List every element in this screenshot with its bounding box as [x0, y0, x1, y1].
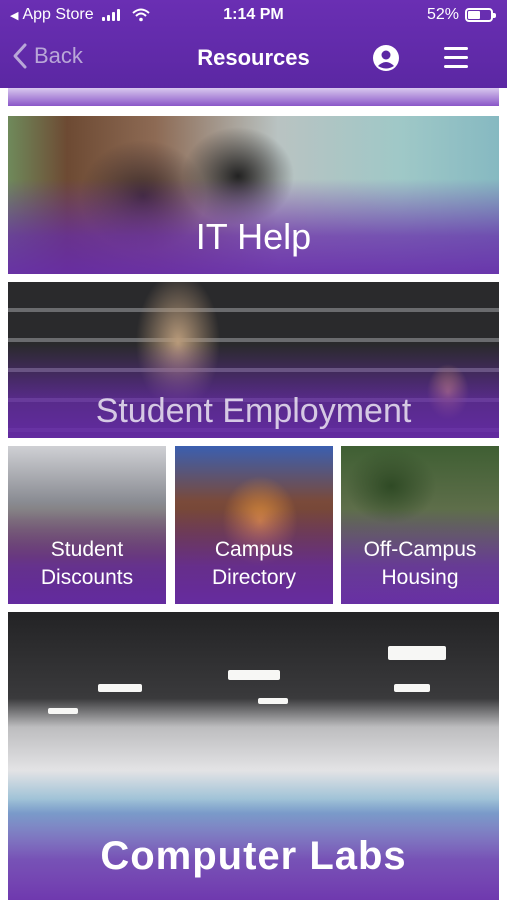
tile-it-help[interactable]: IT Help	[8, 116, 499, 274]
tile-student-discounts[interactable]: Student Discounts	[8, 446, 166, 604]
battery-percent: 52%	[426, 6, 459, 23]
nav-bar: Back Resources	[0, 34, 507, 82]
tile-label-student-discounts: Student Discounts	[40, 538, 134, 589]
tile-label-student-employment: Student Employment	[95, 392, 412, 430]
tile-label-computer-labs: Computer Labs	[100, 834, 407, 878]
previous-tile-edge[interactable]	[8, 88, 499, 106]
tile-off-campus-housing[interactable]: Off-Campus Housing	[341, 446, 499, 604]
tile-computer-labs[interactable]: Computer Labs	[8, 612, 499, 900]
status-right: 52%	[426, 6, 496, 24]
profile-icon[interactable]	[372, 44, 400, 72]
status-bar: ◀ App Store 1:14 PM 52%	[0, 0, 507, 30]
tile-label-campus-directory: Campus Directory	[211, 538, 296, 589]
tile-label-it-help: IT Help	[195, 216, 312, 257]
tile-label-off-campus-housing: Off-Campus Housing	[363, 538, 477, 589]
battery-icon	[465, 8, 496, 22]
page-title: Resources	[197, 45, 310, 70]
hamburger-menu-icon[interactable]	[444, 47, 468, 69]
tile-campus-directory[interactable]: Campus Directory	[175, 446, 333, 604]
top-bar: ◀ App Store 1:14 PM 52% Back Resources	[0, 0, 507, 88]
tile-student-employment[interactable]: Student Employment	[8, 282, 499, 438]
